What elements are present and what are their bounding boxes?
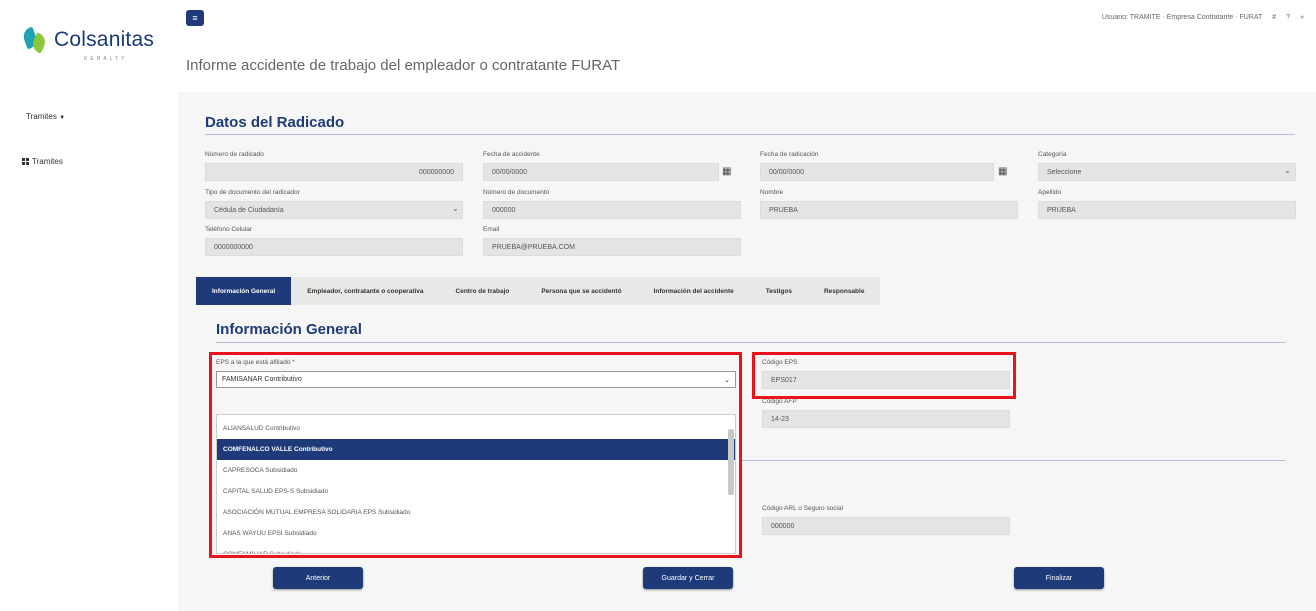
previous-button[interactable]: Anterior	[273, 567, 363, 589]
telefono-label: Teléfono Celular	[205, 226, 252, 233]
sidebar-item-tramites[interactable]: Tramites	[22, 157, 63, 166]
nombre-label: Nombre	[760, 189, 784, 196]
email-field[interactable]: PRUEBA@PRUEBA.COM	[483, 238, 741, 256]
form-tabs: Información General Empleador, contratan…	[196, 277, 881, 305]
page-title: Informe accidente de trabajo del emplead…	[186, 57, 621, 74]
tab-informacion-accidente[interactable]: Información del accidente	[637, 277, 750, 305]
logo-wordmark: Colsanitas	[54, 28, 155, 51]
numero-documento-field[interactable]: 000000	[483, 201, 741, 219]
logo-mark-icon	[20, 26, 50, 54]
codigo-afp-field[interactable]: 14-23	[762, 410, 1010, 428]
logo-tagline: KERALTY	[84, 56, 128, 62]
codigo-afp-label: Código AFP	[762, 398, 797, 405]
caret-down-icon: ▼	[59, 115, 66, 121]
grid-menu-icon[interactable]: #	[1272, 14, 1276, 21]
hamburger-icon: ≡	[192, 13, 198, 23]
categoria-select[interactable]: Seleccione	[1038, 163, 1296, 181]
tab-persona-accidentada[interactable]: Persona que se accidentó	[525, 277, 638, 305]
logout-icon[interactable]: »	[1300, 14, 1304, 21]
categoria-label: Categoría	[1038, 151, 1067, 158]
section-divider	[205, 134, 1295, 135]
tab-centro-trabajo[interactable]: Centro de trabajo	[439, 277, 526, 305]
grid-icon	[22, 158, 29, 165]
sidebar-dropdown[interactable]: Tramites ▼	[26, 112, 65, 121]
apellido-label: Apellido	[1038, 189, 1062, 196]
numero-radicado-label: Número de radicado	[205, 151, 264, 158]
calendar-icon[interactable]: ▦	[722, 166, 731, 177]
calendar-icon[interactable]: ▦	[998, 166, 1007, 177]
tab-testigos[interactable]: Testigos	[749, 277, 808, 305]
section-divider	[216, 342, 1286, 343]
chevron-down-icon: ⌄	[1284, 166, 1291, 175]
fecha-radicacion-field[interactable]: 00/00/0000	[760, 163, 994, 181]
menu-toggle-button[interactable]: ≡	[186, 10, 204, 26]
info-general-title: Información General	[216, 321, 362, 338]
codigo-arl-field[interactable]: 000000	[762, 517, 1010, 535]
tipo-documento-label: Tipo de documento del radicador	[205, 189, 300, 196]
section-divider	[740, 460, 1286, 461]
radicado-section-title: Datos del Radicado	[205, 114, 345, 131]
telefono-field[interactable]: 0000000000	[205, 238, 463, 256]
tab-responsable[interactable]: Responsable	[807, 277, 881, 305]
highlight-codigo-eps	[752, 352, 1016, 399]
email-label: Email	[483, 226, 500, 233]
colsanitas-logo: Colsanitas KERALTY	[20, 26, 155, 62]
highlight-eps-dropdown	[209, 352, 742, 558]
nombre-field[interactable]: PRUEBA	[760, 201, 1018, 219]
help-icon[interactable]: ?	[1286, 14, 1290, 21]
finish-button[interactable]: Finalizar	[1014, 567, 1104, 589]
save-close-button[interactable]: Guardar y Cerrar	[643, 567, 733, 589]
sidebar-item-label: Tramites	[32, 157, 63, 166]
fecha-accidente-field[interactable]: 00/00/0000	[483, 163, 719, 181]
numero-radicado-field[interactable]: 000000000	[205, 163, 463, 181]
numero-documento-label: Número de documento	[483, 189, 550, 196]
fecha-radicacion-label: Fecha de radicación	[760, 151, 819, 158]
tab-informacion-general[interactable]: Información General	[196, 277, 292, 305]
tab-empleador[interactable]: Empleador, contratante o cooperativa	[291, 277, 440, 305]
codigo-arl-label: Código ARL o Seguro social	[762, 505, 844, 512]
apellido-field[interactable]: PRUEBA	[1038, 201, 1296, 219]
sidebar-dropdown-label: Tramites	[26, 112, 57, 121]
chevron-down-icon: ⌄	[452, 204, 459, 213]
top-user-bar: Usuario: TRAMITE · Empresa Contratante ·…	[1102, 14, 1304, 21]
user-info-text: Usuario: TRAMITE · Empresa Contratante ·…	[1101, 14, 1263, 21]
fecha-accidente-label: Fecha de accidente	[483, 151, 540, 158]
tipo-documento-select[interactable]: Cédula de Ciudadanía	[205, 201, 463, 219]
